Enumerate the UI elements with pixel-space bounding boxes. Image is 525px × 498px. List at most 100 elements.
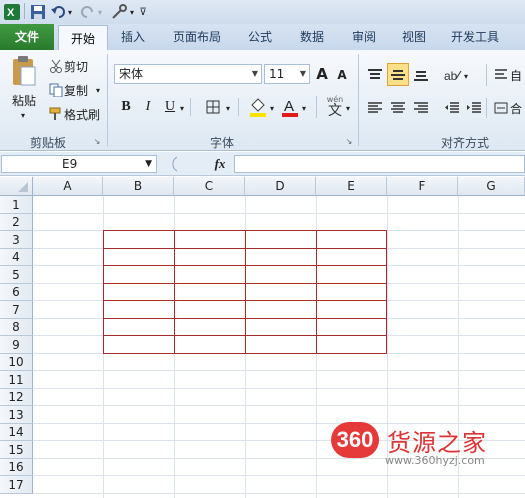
wrap-text-label: 自	[510, 68, 523, 83]
paste-button[interactable]: 粘贴	[8, 92, 40, 108]
copy-button[interactable]: 复制	[64, 82, 94, 98]
orientation-icon[interactable]: ab	[442, 64, 464, 86]
name-box[interactable]: E9 ▼	[1, 155, 157, 173]
row-header-13[interactable]: 13	[0, 406, 33, 424]
format-painter-icon[interactable]	[48, 106, 64, 122]
row-header-4[interactable]: 4	[0, 249, 33, 266]
decrease-indent-icon[interactable]	[442, 98, 462, 118]
fill-color-dropdown-icon[interactable]: ▾	[268, 102, 276, 114]
italic-button[interactable]: I	[140, 98, 156, 116]
gridline	[33, 370, 525, 371]
font-color-icon[interactable]: A	[280, 96, 300, 118]
undo-icon[interactable]	[50, 3, 66, 21]
cut-icon[interactable]	[48, 58, 64, 74]
row-header-11[interactable]: 11	[0, 371, 33, 389]
row-header-7[interactable]: 7	[0, 301, 33, 319]
column-header-c[interactable]: C	[174, 177, 245, 196]
alignment-group-label: 对齐方式	[440, 136, 489, 150]
font-launcher-icon[interactable]: ↘	[344, 136, 354, 146]
paste-icon[interactable]	[6, 54, 40, 90]
row-header-8[interactable]: 8	[0, 319, 33, 336]
name-box-dropdown-icon[interactable]: ▼	[145, 156, 152, 172]
tab-home[interactable]: 开始	[58, 25, 108, 51]
customize-qat-icon[interactable]: ⊽	[138, 3, 148, 21]
svg-text:X: X	[7, 7, 15, 19]
select-all-corner[interactable]	[0, 177, 33, 196]
font-color-dropdown-icon[interactable]: ▾	[300, 102, 308, 114]
copy-icon[interactable]	[48, 82, 64, 98]
chevron-down-icon: ▼	[299, 69, 306, 78]
row-header-5[interactable]: 5	[0, 266, 33, 284]
tools-dropdown-icon[interactable]: ▾	[128, 3, 136, 21]
align-middle-icon[interactable]	[387, 63, 409, 86]
row-header-9[interactable]: 9	[0, 336, 33, 354]
row-header-16[interactable]: 16	[0, 459, 33, 476]
clipboard-launcher-icon[interactable]: ↘	[92, 136, 102, 146]
column-header-d[interactable]: D	[245, 177, 316, 196]
tab-developer[interactable]: 开发工具	[444, 24, 506, 50]
align-left-icon[interactable]	[364, 98, 386, 118]
redo-icon[interactable]	[80, 3, 96, 21]
column-header-f[interactable]: F	[387, 177, 458, 196]
tools-icon[interactable]	[110, 3, 128, 21]
align-top-icon[interactable]	[364, 64, 386, 86]
row-header-12[interactable]: 12	[0, 389, 33, 406]
align-right-icon[interactable]	[410, 98, 432, 118]
align-bottom-icon[interactable]	[410, 64, 432, 86]
bold-button[interactable]: B	[118, 98, 134, 116]
row-header-3[interactable]: 3	[0, 231, 33, 249]
formula-input[interactable]	[234, 155, 525, 173]
gridline	[33, 213, 525, 214]
merge-center-button[interactable]: 合	[494, 98, 525, 118]
insert-function-button[interactable]: fx	[210, 155, 230, 173]
phonetic-guide-button[interactable]: wén 文	[324, 92, 346, 120]
row-header-10[interactable]: 10	[0, 354, 33, 371]
column-header-e[interactable]: E	[316, 177, 387, 196]
increase-indent-icon[interactable]	[464, 98, 484, 118]
gridline	[33, 475, 525, 476]
borders-icon[interactable]	[204, 98, 222, 116]
tab-file[interactable]: 文件	[0, 24, 54, 50]
wrap-text-button[interactable]: 自	[494, 64, 525, 86]
orientation-dropdown-icon[interactable]: ▾	[462, 70, 470, 82]
row-header-17[interactable]: 17	[0, 476, 33, 494]
chevron-down-icon: ▼	[251, 69, 258, 78]
tab-data[interactable]: 数据	[290, 24, 334, 50]
font-name-combo[interactable]: 宋体 ▼	[114, 64, 262, 84]
tab-formulas[interactable]: 公式	[238, 24, 282, 50]
grow-font-button[interactable]: A	[314, 64, 330, 84]
cut-button[interactable]: 剪切	[64, 58, 94, 74]
copy-dropdown-icon[interactable]: ▾	[94, 84, 102, 96]
borders-dropdown-icon[interactable]: ▾	[224, 102, 232, 114]
svg-text:ab: ab	[444, 69, 458, 83]
svg-text:A: A	[284, 98, 294, 115]
row-header-1[interactable]: 1	[0, 196, 33, 214]
row-header-6[interactable]: 6	[0, 284, 33, 301]
phonetic-dropdown-icon[interactable]: ▾	[344, 102, 352, 114]
font-size-combo[interactable]: 11 ▼	[264, 64, 310, 84]
tab-insert[interactable]: 插入	[112, 24, 154, 50]
row-header-15[interactable]: 15	[0, 441, 33, 459]
formula-bar-collapse-icon[interactable]	[160, 155, 180, 173]
shrink-font-button[interactable]: A	[334, 66, 350, 84]
align-separator	[486, 64, 487, 86]
row-header-2[interactable]: 2	[0, 214, 33, 231]
column-header-g[interactable]: G	[458, 177, 525, 196]
tab-page-layout[interactable]: 页面布局	[166, 24, 228, 50]
save-icon[interactable]	[30, 3, 46, 21]
tab-view[interactable]: 视图	[392, 24, 436, 50]
redo-dropdown-icon[interactable]: ▾	[96, 3, 104, 21]
row-header-14[interactable]: 14	[0, 424, 33, 441]
tab-review[interactable]: 审阅	[342, 24, 386, 50]
underline-dropdown-icon[interactable]: ▾	[178, 102, 186, 114]
formula-bar: E9 ▼ fx	[0, 152, 525, 176]
align-center-icon[interactable]	[387, 98, 409, 118]
underline-button[interactable]: U	[162, 98, 178, 116]
paste-dropdown-icon[interactable]: ▾	[16, 110, 30, 120]
column-header-b[interactable]: B	[103, 177, 174, 196]
column-header-a[interactable]: A	[33, 177, 103, 196]
align-separator	[486, 98, 487, 118]
undo-dropdown-icon[interactable]: ▾	[66, 3, 74, 21]
format-painter-button[interactable]: 格式刷	[64, 106, 104, 122]
fill-color-icon[interactable]	[248, 96, 268, 118]
